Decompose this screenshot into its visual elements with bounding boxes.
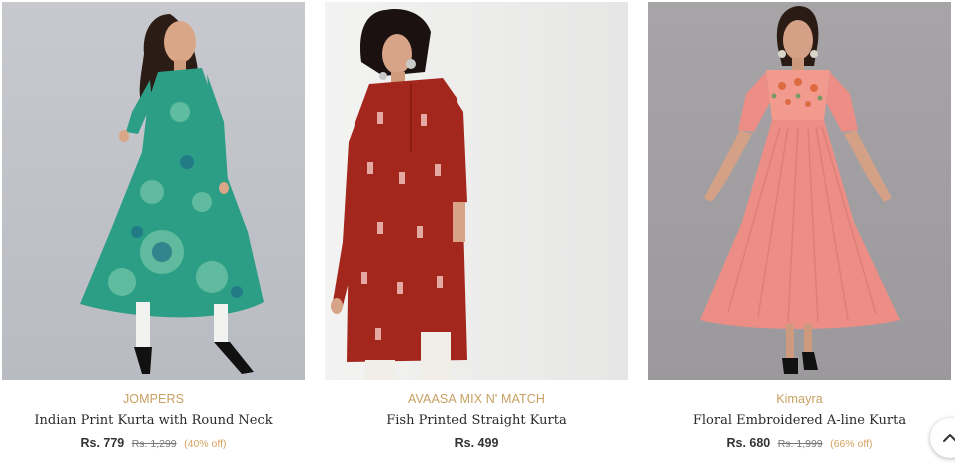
product-info: JOMPERS Indian Print Kurta with Round Ne… xyxy=(2,391,305,452)
price-row: Rs. 779 Rs. 1,299 (40% off) xyxy=(2,434,305,452)
product-brand[interactable]: AVAASA MIX N' MATCH xyxy=(325,391,628,407)
product-info: Kimayra Floral Embroidered A-line Kurta … xyxy=(648,391,951,452)
product-price: Rs. 680 xyxy=(726,436,771,450)
price-row: Rs. 680 Rs. 1,999 (66% off) xyxy=(648,434,951,452)
product-title[interactable]: Floral Embroidered A-line Kurta xyxy=(648,412,951,430)
product-image[interactable] xyxy=(648,2,951,380)
product-image[interactable] xyxy=(325,2,628,380)
product-card[interactable]: JOMPERS Indian Print Kurta with Round Ne… xyxy=(2,2,305,466)
product-info: AVAASA MIX N' MATCH Fish Printed Straigh… xyxy=(325,391,628,452)
product-price: Rs. 499 xyxy=(454,436,499,450)
product-image[interactable] xyxy=(2,2,305,380)
product-card[interactable]: Kimayra Floral Embroidered A-line Kurta … xyxy=(648,2,951,466)
product-price: Rs. 779 xyxy=(80,436,125,450)
product-discount: (66% off) xyxy=(830,438,873,450)
product-discount: (40% off) xyxy=(184,438,227,450)
price-row: Rs. 499 xyxy=(325,434,628,452)
product-mrp: Rs. 1,999 xyxy=(777,438,823,450)
product-grid: JOMPERS Indian Print Kurta with Round Ne… xyxy=(0,0,955,466)
product-title[interactable]: Fish Printed Straight Kurta xyxy=(325,412,628,430)
product-brand[interactable]: Kimayra xyxy=(648,391,951,407)
product-title[interactable]: Indian Print Kurta with Round Neck xyxy=(2,412,305,430)
product-card[interactable]: AVAASA MIX N' MATCH Fish Printed Straigh… xyxy=(325,2,628,466)
product-mrp: Rs. 1,299 xyxy=(131,438,177,450)
chevron-up-icon xyxy=(943,434,955,442)
product-brand[interactable]: JOMPERS xyxy=(2,391,305,407)
